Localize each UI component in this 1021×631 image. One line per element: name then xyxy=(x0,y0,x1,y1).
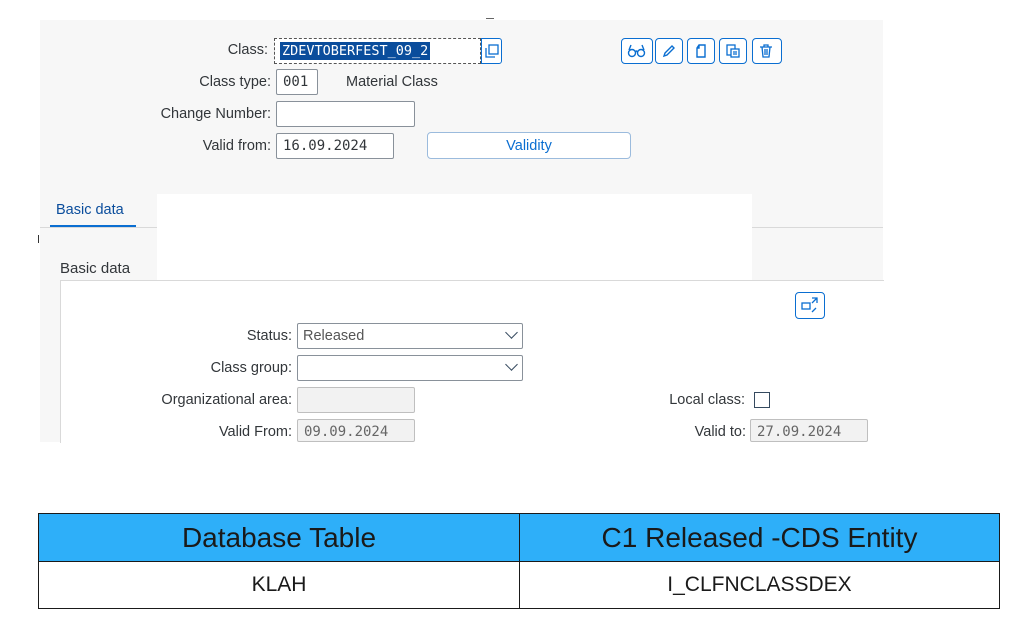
expand-button[interactable] xyxy=(795,292,825,319)
status-select[interactable]: Released xyxy=(297,323,523,349)
valid-from-input[interactable]: 16.09.2024 xyxy=(276,133,394,159)
class-type-description: Material Class xyxy=(346,74,438,90)
column-header-cds-entity: C1 Released -CDS Entity xyxy=(519,513,1000,562)
display-button[interactable] xyxy=(621,38,653,64)
validity-button-label: Validity xyxy=(506,138,552,154)
valid-from-label-2: Valid From: xyxy=(218,424,292,440)
org-area-input[interactable] xyxy=(297,387,415,413)
expand-icon xyxy=(801,297,818,313)
create-button[interactable] xyxy=(687,38,715,64)
chevron-down-icon xyxy=(505,358,518,371)
valid-to-label: Valid to: xyxy=(694,424,746,440)
tab-basic-data-label: Basic data xyxy=(56,202,124,218)
status-value: Released xyxy=(303,328,365,344)
cell-cds-entity: I_CLFNCLASSDEX xyxy=(519,561,1000,609)
table-row: KLAH I_CLFNCLASSDEX xyxy=(38,561,1000,609)
change-number-input[interactable] xyxy=(276,101,415,127)
delete-icon xyxy=(760,44,772,58)
edit-button[interactable] xyxy=(655,38,683,64)
local-class-checkbox[interactable] xyxy=(754,392,770,408)
tab-content-blank xyxy=(157,194,752,284)
class-label: Class: xyxy=(227,42,268,58)
class-type-input[interactable]: 001 xyxy=(276,69,318,95)
value-help-button[interactable] xyxy=(481,38,502,64)
display-icon xyxy=(627,44,646,58)
copy-icon xyxy=(726,44,740,58)
change-number-label: Change Number: xyxy=(160,106,271,122)
validity-button[interactable]: Validity xyxy=(427,132,631,159)
local-class-label: Local class: xyxy=(669,392,745,408)
delete-button[interactable] xyxy=(752,38,782,64)
valid-from-label: Valid from: xyxy=(202,138,271,154)
column-header-database-table: Database Table xyxy=(38,513,520,562)
create-icon xyxy=(696,44,706,58)
valid-to-input[interactable]: 27.09.2024 xyxy=(750,419,868,442)
basic-data-section-title: Basic data xyxy=(60,260,131,277)
tab-basic-data[interactable]: Basic data xyxy=(50,194,136,227)
edit-icon xyxy=(662,45,675,58)
class-type-label: Class type: xyxy=(199,74,271,90)
class-group-label: Class group: xyxy=(210,360,292,376)
copy-button[interactable] xyxy=(719,38,747,64)
class-group-select[interactable] xyxy=(297,355,523,381)
cell-database-table: KLAH xyxy=(38,561,520,609)
class-input[interactable]: ZDEVTOBERFEST_09_2 xyxy=(274,38,481,64)
class-value: ZDEVTOBERFEST_09_2 xyxy=(280,42,431,60)
chevron-down-icon xyxy=(505,326,518,339)
valid-from-input-2[interactable]: 09.09.2024 xyxy=(297,419,415,442)
value-help-icon xyxy=(485,44,499,58)
left-edge-marker xyxy=(38,235,39,243)
top-marker xyxy=(486,18,494,19)
org-area-label: Organizational area: xyxy=(161,392,292,408)
mapping-table: Database Table C1 Released -CDS Entity K… xyxy=(38,513,1000,609)
status-label: Status: xyxy=(246,328,292,344)
table-header-row: Database Table C1 Released -CDS Entity xyxy=(38,513,1000,562)
